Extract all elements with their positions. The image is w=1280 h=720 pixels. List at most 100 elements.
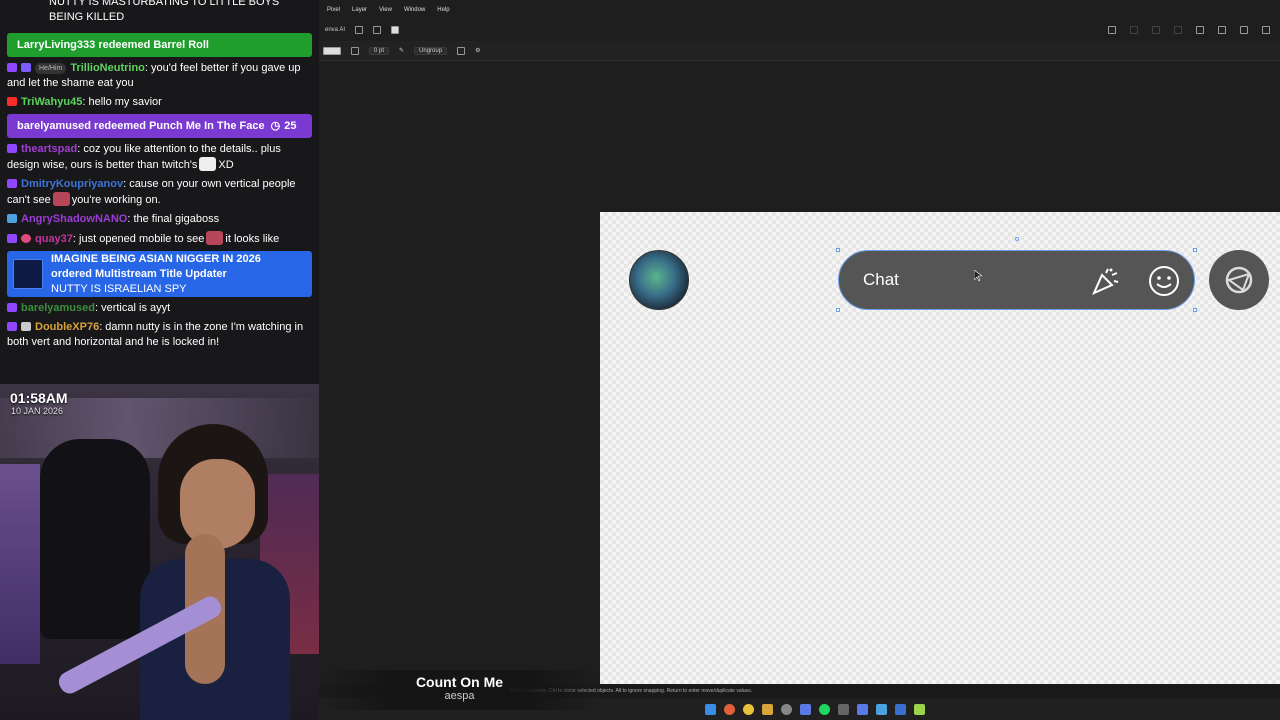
- chat-text: it looks like: [225, 233, 280, 245]
- align-icon[interactable]: [1130, 26, 1138, 34]
- screen: NUTTY IS MASTURBATING TO LITTLE BOYS BEI…: [0, 0, 1280, 720]
- emoji-smile-icon[interactable]: [1148, 265, 1180, 297]
- hamburger-icon[interactable]: [1240, 26, 1248, 34]
- app-icon[interactable]: [894, 703, 906, 715]
- youtube-icon: [7, 97, 17, 106]
- menu-pixel[interactable]: Pixel: [327, 7, 340, 13]
- app-icon[interactable]: [837, 703, 849, 715]
- designer-icon[interactable]: [913, 703, 925, 715]
- mouse-cursor-icon: [974, 270, 982, 282]
- chat-input-bar[interactable]: Chat: [836, 237, 1197, 312]
- design-editor: Pixel Layer View Window Help enva AI 0 p…: [319, 0, 1280, 720]
- menu-help[interactable]: Help: [437, 7, 449, 13]
- export-icon[interactable]: [1262, 26, 1270, 34]
- twitch-badge-icon: [7, 144, 17, 153]
- avatar-image[interactable]: [629, 250, 689, 310]
- chat-text: : just opened mobile to see: [72, 233, 205, 245]
- redeem-cost: 25: [284, 119, 297, 132]
- top-alert-text: NUTTY IS MASTURBATING TO LITTLE BOYS BEI…: [0, 0, 319, 27]
- selection-handle[interactable]: [1193, 248, 1197, 252]
- canva-ai-label[interactable]: enva AI: [325, 27, 345, 33]
- menu-bar: Pixel Layer View Window Help: [319, 0, 1280, 19]
- chat-message: AngryShadowNANO: the final gigaboss: [0, 210, 319, 229]
- chat-username[interactable]: DoubleXP76: [35, 321, 99, 333]
- alert-line2: ordered Multistream Title Updater: [51, 267, 227, 280]
- alert-line3: NUTTY IS ISRAELIAN SPY: [51, 282, 187, 295]
- app-icon[interactable]: [875, 703, 887, 715]
- windows-start-icon[interactable]: [704, 703, 716, 715]
- rotate-handle[interactable]: [1015, 237, 1019, 241]
- top-alert-message: NUTTY IS MASTURBATING TO LITTLE BOYS BEI…: [49, 0, 280, 23]
- prime-badge-icon: [7, 214, 17, 223]
- menu-view[interactable]: View: [379, 7, 392, 13]
- chat-username[interactable]: TrillioNeutrino: [70, 62, 145, 74]
- snap-icon[interactable]: [1196, 26, 1204, 34]
- kick-badge-icon: [21, 322, 31, 331]
- chat-username[interactable]: theartspad: [21, 143, 77, 155]
- send-button[interactable]: [1209, 250, 1269, 310]
- chat-username[interactable]: DmitryKoupriyanov: [21, 178, 123, 190]
- redeem-punch: barelyamused redeemed Punch Me In The Fa…: [7, 114, 312, 138]
- twitch-badge-icon: [7, 179, 17, 188]
- chat-text: XD: [218, 159, 234, 171]
- browser-icon[interactable]: [723, 703, 735, 715]
- app-icon[interactable]: [799, 703, 811, 715]
- chat-message: DoubleXP76: damn nutty is in the zone I'…: [0, 318, 319, 352]
- selection-handle[interactable]: [1193, 308, 1197, 312]
- chat-message: theartspad: coz you like attention to th…: [0, 140, 319, 175]
- warning-icon[interactable]: [1218, 26, 1226, 34]
- twitch-badge-icon: [7, 322, 17, 331]
- chat-overlay: NUTTY IS MASTURBATING TO LITTLE BOYS BEI…: [0, 0, 319, 384]
- chat-username[interactable]: TriWahyu45: [21, 96, 82, 108]
- chat-username[interactable]: barelyamused: [21, 302, 95, 314]
- chat-username[interactable]: AngryShadowNANO: [21, 213, 127, 225]
- grid-icon[interactable]: [457, 46, 466, 55]
- ungroup-button[interactable]: Ungroup: [414, 46, 448, 55]
- selection-handle[interactable]: [836, 248, 840, 252]
- twitch-badge-icon: [7, 63, 17, 72]
- app-icon[interactable]: [780, 703, 792, 715]
- face: [180, 459, 255, 549]
- distribute-icon[interactable]: [1152, 26, 1160, 34]
- send-arrow-icon: [1225, 266, 1253, 294]
- stream-clock: 01:58AM: [10, 390, 68, 406]
- sub-badge-icon: [21, 63, 31, 72]
- stroke-swatch[interactable]: [323, 46, 341, 55]
- frame-icon[interactable]: [391, 26, 400, 34]
- artboard[interactable]: Chat: [600, 212, 1280, 684]
- more-icon[interactable]: [355, 26, 364, 34]
- stroke-width-field[interactable]: 0 pt: [369, 46, 390, 55]
- stream-date: 10 JAN 2026: [11, 406, 64, 416]
- toolbar-right-icons: [1108, 26, 1274, 34]
- canvas-workspace[interactable]: Chat: [319, 61, 1280, 684]
- folder-icon[interactable]: [761, 703, 773, 715]
- redeem-text: LarryLiving333 redeemed Barrel Roll: [17, 38, 209, 51]
- pen-icon[interactable]: ✎: [399, 47, 404, 54]
- boolean-icon[interactable]: [1174, 26, 1182, 34]
- twitch-badge-icon: [7, 303, 17, 312]
- heart-badge-icon: [21, 234, 31, 243]
- stroke-style-icon[interactable]: [351, 46, 359, 55]
- redeem-text: barelyamused redeemed Punch Me In The Fa…: [17, 119, 265, 132]
- settings-gear-icon[interactable]: ⚙: [475, 47, 480, 54]
- menu-layer[interactable]: Layer: [352, 7, 367, 13]
- layer-icon[interactable]: [1108, 26, 1116, 34]
- context-toolbar: 0 pt ✎ Ungroup ⚙: [319, 41, 1280, 61]
- chat-username[interactable]: quay37: [35, 233, 73, 245]
- party-popper-icon[interactable]: [1090, 265, 1122, 297]
- spotify-icon[interactable]: [818, 703, 830, 715]
- twitch-badge-icon: [7, 234, 17, 243]
- pronoun-badge: He/Him: [35, 63, 67, 74]
- chat-text: : vertical is ayyt: [94, 302, 171, 314]
- chat-message: DmitryKoupriyanov: cause on your own ver…: [0, 175, 319, 210]
- chrome-icon[interactable]: [742, 703, 754, 715]
- menu-window[interactable]: Window: [404, 7, 425, 13]
- arrange-icon[interactable]: [373, 26, 382, 34]
- selection-handle[interactable]: [836, 308, 840, 312]
- chat-placeholder: Chat: [863, 270, 899, 289]
- app-icon[interactable]: [856, 703, 868, 715]
- emote-icon: [52, 192, 70, 206]
- song-title: Count On Me: [415, 674, 504, 690]
- points-icon: ◷: [270, 119, 281, 132]
- chat-text: you're working on.: [71, 194, 161, 206]
